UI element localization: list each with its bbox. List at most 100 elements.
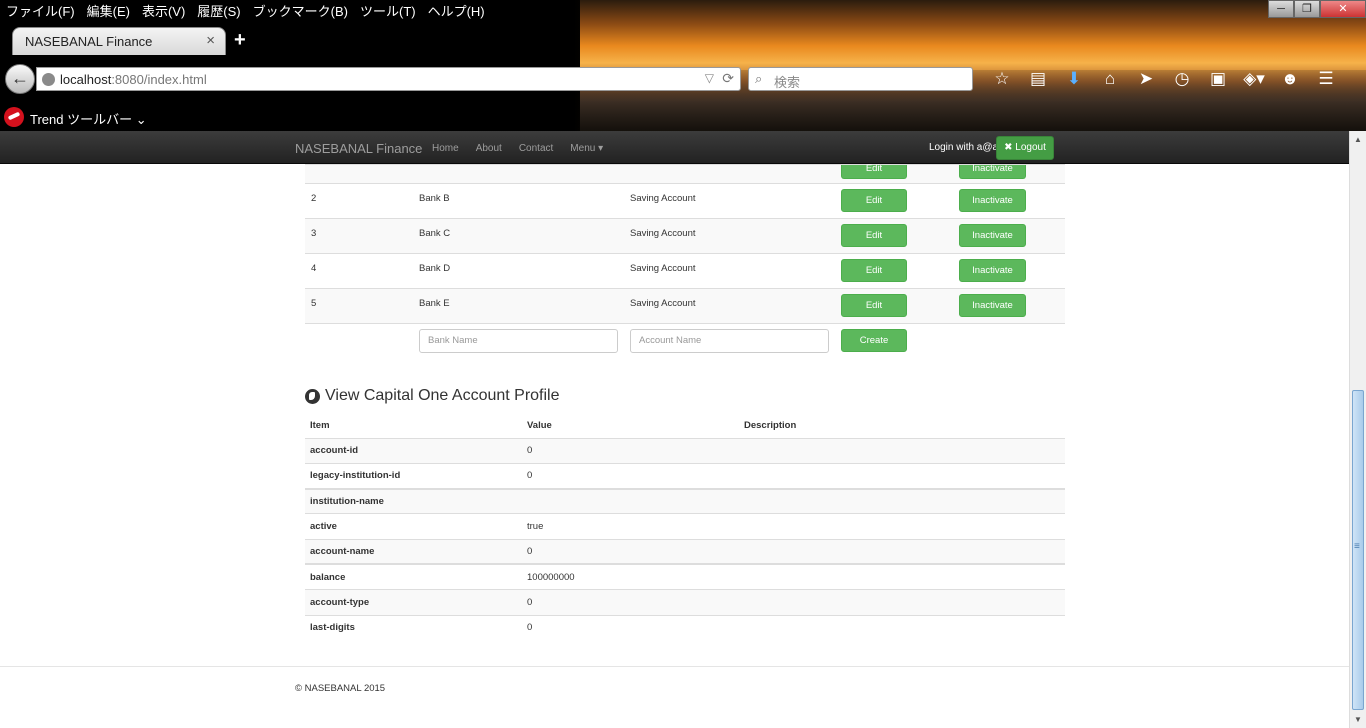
logout-button[interactable]: ✖ Logout — [996, 136, 1054, 160]
bank-table: Edit Inactivate 2 Bank B Saving Account … — [305, 164, 1065, 359]
edit-button[interactable]: Edit — [841, 259, 907, 282]
menu-help[interactable]: ヘルプ(H) — [422, 0, 491, 22]
send-icon[interactable]: ➤ — [1128, 68, 1164, 90]
url-text: localhost:8080/index.html — [60, 72, 207, 87]
globe-icon — [305, 388, 320, 404]
maximize-button[interactable]: ❐ — [1294, 0, 1320, 18]
profile-item: legacy-institution-id — [305, 462, 522, 489]
reading-list-icon[interactable]: ▤ — [1020, 68, 1056, 90]
search-placeholder: 検索 — [774, 75, 801, 90]
table-row: institution-name — [305, 487, 1065, 514]
web-page: NASEBANAL Finance Home About Contact Men… — [0, 131, 1349, 728]
back-button[interactable]: ← — [5, 64, 35, 94]
header-item: Item — [305, 413, 522, 439]
browser-chrome: ファイル(F) 編集(E) 表示(V) 履歴(S) ブックマーク(B) ツール(… — [0, 0, 1366, 131]
account-type: Saving Account — [624, 288, 835, 324]
profile-value: 0 — [522, 437, 739, 464]
table-row: legacy-institution-id 0 — [305, 462, 1065, 489]
site-nav-links: Home About Contact Menu ▾ — [432, 143, 620, 154]
menu-file[interactable]: ファイル(F) — [0, 0, 81, 22]
scrollbar-thumb[interactable] — [1352, 390, 1364, 710]
search-icon: ⌕ — [755, 71, 763, 86]
close-window-button[interactable]: ✕ — [1320, 0, 1366, 18]
site-navbar: NASEBANAL Finance Home About Contact Men… — [0, 131, 1349, 164]
profile-value: 0 — [522, 589, 739, 616]
account-name-input[interactable]: Account Name — [630, 329, 829, 353]
create-button[interactable]: Create — [841, 329, 907, 352]
profile-description — [739, 513, 1065, 540]
bookmark-star-icon[interactable]: ☆ — [984, 68, 1020, 90]
table-row: 2 Bank B Saving Account Edit Inactivate — [305, 183, 1065, 219]
bank-id: 4 — [305, 253, 413, 289]
nav-contact[interactable]: Contact — [519, 143, 553, 154]
table-row: 3 Bank C Saving Account Edit Inactivate — [305, 218, 1065, 254]
menu-tools[interactable]: ツール(T) — [354, 0, 422, 22]
edit-button[interactable]: Edit — [841, 189, 907, 212]
bank-name: Bank E — [413, 288, 624, 324]
nav-home[interactable]: Home — [432, 143, 459, 154]
scroll-down-arrow-icon[interactable]: ▼ — [1350, 711, 1366, 728]
edit-button[interactable]: Edit — [841, 294, 907, 317]
inactivate-button[interactable]: Inactivate — [959, 164, 1026, 179]
bank-name: Bank B — [413, 183, 624, 219]
trend-logo-icon — [4, 107, 24, 127]
browser-tab[interactable]: NASEBANAL Finance × — [12, 27, 226, 55]
page-scrollbar[interactable]: ▲ ▼ — [1349, 131, 1366, 728]
scroll-up-arrow-icon[interactable]: ▲ — [1350, 131, 1366, 148]
inactivate-button[interactable]: Inactivate — [959, 259, 1026, 282]
table-row: balance 100000000 — [305, 563, 1065, 590]
nav-menu-dropdown[interactable]: Menu ▾ — [570, 143, 603, 154]
menu-view[interactable]: 表示(V) — [136, 0, 191, 22]
profile-table: Item Value Description account-id 0 legac… — [305, 413, 1065, 641]
login-status: Login with a@a — [929, 142, 999, 153]
table-row: 5 Bank E Saving Account Edit Inactivate — [305, 288, 1065, 324]
account-type: Saving Account — [624, 183, 835, 219]
tab-title: NASEBANAL Finance — [25, 34, 153, 49]
menu-bookmarks[interactable]: ブックマーク(B) — [247, 0, 354, 22]
header-description: Description — [739, 413, 1065, 439]
menu-history[interactable]: 履歴(S) — [191, 0, 246, 22]
clock-addon-icon[interactable]: ◷ — [1164, 68, 1200, 90]
profile-title: View Capital One Account Profile — [325, 387, 560, 404]
home-icon[interactable]: ⌂ — [1092, 68, 1128, 90]
profile-description — [739, 563, 1065, 590]
eye-addon-icon[interactable]: ◈▾ — [1236, 68, 1272, 90]
table-row: 4 Bank D Saving Account Edit Inactivate — [305, 253, 1065, 289]
edit-button[interactable]: Edit — [841, 224, 907, 247]
inactivate-button[interactable]: Inactivate — [959, 294, 1026, 317]
hamburger-menu-icon[interactable]: ☰ — [1308, 68, 1344, 90]
profile-item: account-name — [305, 538, 522, 565]
bank-name-input[interactable]: Bank Name — [419, 329, 618, 353]
table-row: active true — [305, 513, 1065, 540]
profile-description — [739, 437, 1065, 464]
browser-toolbar-icons: ☆ ▤ ⬇ ⌂ ➤ ◷ ▣ ◈▾ ☻ ☰ — [984, 68, 1344, 90]
addon-icon[interactable]: ▣ — [1200, 68, 1236, 90]
create-bank-row: Bank Name Account Name Create — [305, 323, 1065, 359]
url-bar[interactable]: localhost:8080/index.html ▽ ⟳ — [36, 67, 741, 91]
search-bar[interactable]: ⌕ 検索 — [748, 67, 973, 91]
table-row: Edit Inactivate — [305, 164, 1065, 184]
table-row: account-name 0 — [305, 538, 1065, 565]
header-value: Value — [522, 413, 739, 439]
reload-icon[interactable]: ⟳ — [722, 70, 734, 87]
footer-copyright: © NASEBANAL 2015 — [295, 683, 386, 694]
download-icon[interactable]: ⬇ — [1056, 68, 1092, 90]
site-identity-icon[interactable] — [42, 73, 55, 86]
minimize-button[interactable]: ─ — [1268, 0, 1294, 18]
tab-close-icon[interactable]: × — [206, 32, 215, 49]
profile-description — [739, 487, 1065, 514]
site-brand[interactable]: NASEBANAL Finance — [295, 141, 422, 156]
inactivate-button[interactable]: Inactivate — [959, 189, 1026, 212]
url-host: localhost — [60, 72, 112, 87]
new-tab-button[interactable]: + — [234, 29, 246, 52]
nav-about[interactable]: About — [476, 143, 502, 154]
edit-button[interactable]: Edit — [841, 164, 907, 179]
profile-item: active — [305, 513, 522, 540]
menu-edit[interactable]: 編集(E) — [81, 0, 136, 22]
profile-item: last-digits — [305, 614, 522, 641]
profile-value: 0 — [522, 538, 739, 565]
inactivate-button[interactable]: Inactivate — [959, 224, 1026, 247]
url-history-dropdown-icon[interactable]: ▽ — [705, 71, 714, 85]
smiley-icon[interactable]: ☻ — [1272, 68, 1308, 90]
trend-toolbar-button[interactable]: Trend ツールバー ⌄ — [30, 109, 147, 128]
